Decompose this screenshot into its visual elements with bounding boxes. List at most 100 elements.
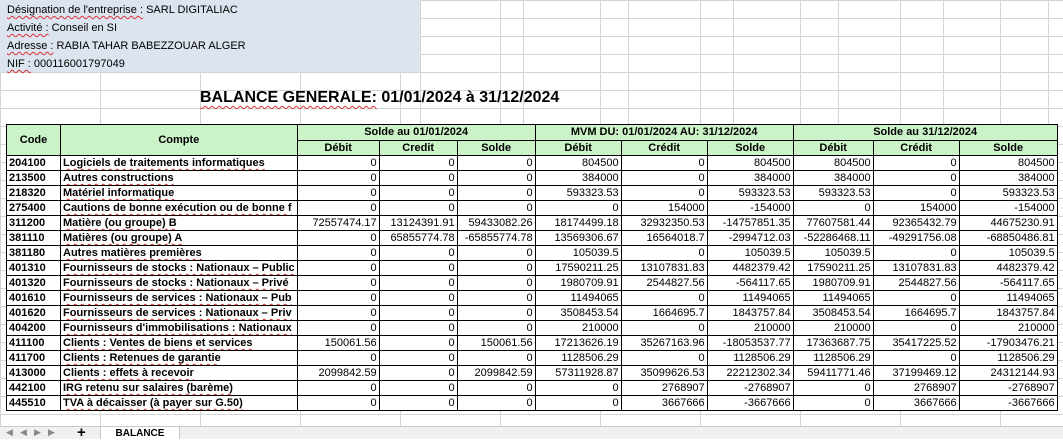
amount-cell[interactable]: 0	[378, 200, 458, 216]
amount-cell[interactable]: 0	[296, 305, 380, 321]
amount-cell[interactable]: 35099626.53	[620, 365, 708, 381]
amount-cell[interactable]: 0	[378, 170, 458, 186]
amount-cell[interactable]: 0	[378, 380, 458, 396]
amount-cell[interactable]: 65855774.78	[378, 230, 458, 246]
amount-cell[interactable]: 0	[456, 155, 536, 171]
amount-cell[interactable]: 3508453.54	[792, 305, 874, 321]
header-solde[interactable]: Solde	[456, 139, 536, 156]
header-compte[interactable]: Compte	[60, 124, 298, 156]
amount-cell[interactable]: 154000	[872, 200, 960, 216]
amount-cell[interactable]: 384000	[958, 170, 1058, 186]
amount-cell[interactable]: 59411771.46	[792, 365, 874, 381]
amount-cell[interactable]: 0	[296, 320, 380, 336]
spreadsheet-grid[interactable]: Désignation de l'entreprise : SARL DIGIT…	[0, 0, 1063, 426]
amount-cell[interactable]: 35267163.96	[620, 335, 708, 351]
amount-cell[interactable]: 0	[296, 275, 380, 291]
amount-cell[interactable]: 0	[296, 185, 380, 201]
amount-cell[interactable]: 0	[296, 170, 380, 186]
amount-cell[interactable]: 804500	[534, 155, 622, 171]
amount-cell[interactable]: 1843757.84	[958, 305, 1058, 321]
amount-cell[interactable]: -2994712.03	[706, 230, 794, 246]
amount-cell[interactable]: 0	[378, 245, 458, 261]
amount-cell[interactable]: 0	[378, 185, 458, 201]
amount-cell[interactable]: 150061.56	[296, 335, 380, 351]
account-code-cell[interactable]: 445510	[6, 395, 61, 411]
amount-cell[interactable]: 17363687.75	[792, 335, 874, 351]
amount-cell[interactable]: 11494065	[706, 290, 794, 306]
amount-cell[interactable]: 804500	[706, 155, 794, 171]
amount-cell[interactable]: 1128506.29	[534, 350, 622, 366]
nav-prev-icon[interactable]: ◀	[20, 427, 27, 438]
amount-cell[interactable]: 11494065	[958, 290, 1058, 306]
company-activity[interactable]: Activité : Conseil en SI	[7, 22, 117, 34]
account-code-cell[interactable]: 413000	[6, 365, 61, 381]
nav-next-icon[interactable]: ▶	[34, 427, 41, 438]
account-name-cell[interactable]: Fournisseurs d'immobilisations : Nationa…	[60, 320, 298, 336]
amount-cell[interactable]: 13124391.91	[378, 215, 458, 231]
header-movements[interactable]: MVM DU: 01/01/2024 AU: 31/12/2024	[534, 124, 794, 141]
amount-cell[interactable]: 13107831.83	[620, 260, 708, 276]
account-name-cell[interactable]: Logiciels de traitements informatiques	[60, 155, 298, 171]
amount-cell[interactable]: 154000	[620, 200, 708, 216]
amount-cell[interactable]: 72557474.17	[296, 215, 380, 231]
amount-cell[interactable]: 0	[792, 395, 874, 411]
amount-cell[interactable]: 17213626.19	[534, 335, 622, 351]
amount-cell[interactable]: 2544827.56	[620, 275, 708, 291]
amount-cell[interactable]: 37199469.12	[872, 365, 960, 381]
amount-cell[interactable]: 1980709.91	[534, 275, 622, 291]
amount-cell[interactable]: 22212302.34	[706, 365, 794, 381]
amount-cell[interactable]: 16564018.7	[620, 230, 708, 246]
amount-cell[interactable]: 32932350.53	[620, 215, 708, 231]
header-solde[interactable]: Solde	[706, 139, 794, 156]
amount-cell[interactable]: 0	[456, 395, 536, 411]
amount-cell[interactable]: -564117.65	[958, 275, 1058, 291]
amount-cell[interactable]: 0	[620, 155, 708, 171]
amount-cell[interactable]: 35417225.52	[872, 335, 960, 351]
account-code-cell[interactable]: 401320	[6, 275, 61, 291]
amount-cell[interactable]: -2768907	[706, 380, 794, 396]
amount-cell[interactable]: 0	[378, 260, 458, 276]
header-closing-balance[interactable]: Solde au 31/12/2024	[792, 124, 1058, 141]
amount-cell[interactable]: 3667666	[620, 395, 708, 411]
amount-cell[interactable]: 0	[378, 365, 458, 381]
account-name-cell[interactable]: TVA à décaisser (à payer sur G.50)	[60, 395, 298, 411]
amount-cell[interactable]: 1664695.7	[872, 305, 960, 321]
amount-cell[interactable]: 0	[456, 320, 536, 336]
amount-cell[interactable]: 0	[872, 185, 960, 201]
amount-cell[interactable]: 0	[792, 380, 874, 396]
amount-cell[interactable]: 0	[872, 155, 960, 171]
amount-cell[interactable]: 0	[620, 245, 708, 261]
amount-cell[interactable]: 0	[296, 245, 380, 261]
company-address[interactable]: Adresse : RABIA TAHAR BABEZZOUAR ALGER	[7, 40, 246, 52]
amount-cell[interactable]: 0	[378, 155, 458, 171]
amount-cell[interactable]: 0	[296, 395, 380, 411]
account-name-cell[interactable]: Fournisseurs de stocks : Nationaux – Pri…	[60, 275, 298, 291]
account-code-cell[interactable]: 381180	[6, 245, 61, 261]
amount-cell[interactable]: 384000	[534, 170, 622, 186]
amount-cell[interactable]: 13569306.67	[534, 230, 622, 246]
amount-cell[interactable]: 0	[296, 380, 380, 396]
account-code-cell[interactable]: 411700	[6, 350, 61, 366]
amount-cell[interactable]: -14757851.35	[706, 215, 794, 231]
amount-cell[interactable]: 0	[872, 320, 960, 336]
amount-cell[interactable]: -154000	[958, 200, 1058, 216]
amount-cell[interactable]: 105039.5	[958, 245, 1058, 261]
amount-cell[interactable]: -2768907	[958, 380, 1058, 396]
account-name-cell[interactable]: IRG retenu sur salaires (barème)	[60, 380, 298, 396]
amount-cell[interactable]: 1843757.84	[706, 305, 794, 321]
amount-cell[interactable]: 0	[534, 395, 622, 411]
header-opening-balance[interactable]: Solde au 01/01/2024	[296, 124, 536, 141]
header-debit[interactable]: Débit	[792, 139, 874, 156]
amount-cell[interactable]: 59433082.26	[456, 215, 536, 231]
amount-cell[interactable]: 1664695.7	[620, 305, 708, 321]
account-name-cell[interactable]: Matières (ou groupe) A	[60, 230, 298, 246]
amount-cell[interactable]: 18174499.18	[534, 215, 622, 231]
amount-cell[interactable]: 593323.53	[706, 185, 794, 201]
amount-cell[interactable]: 0	[456, 260, 536, 276]
account-name-cell[interactable]: Matière (ou groupe) B	[60, 215, 298, 231]
account-code-cell[interactable]: 218320	[6, 185, 61, 201]
account-name-cell[interactable]: Fournisseurs de stocks : Nationaux – Pub…	[60, 260, 298, 276]
amount-cell[interactable]: 210000	[792, 320, 874, 336]
amount-cell[interactable]: -154000	[706, 200, 794, 216]
add-sheet-button[interactable]: +	[77, 424, 86, 441]
